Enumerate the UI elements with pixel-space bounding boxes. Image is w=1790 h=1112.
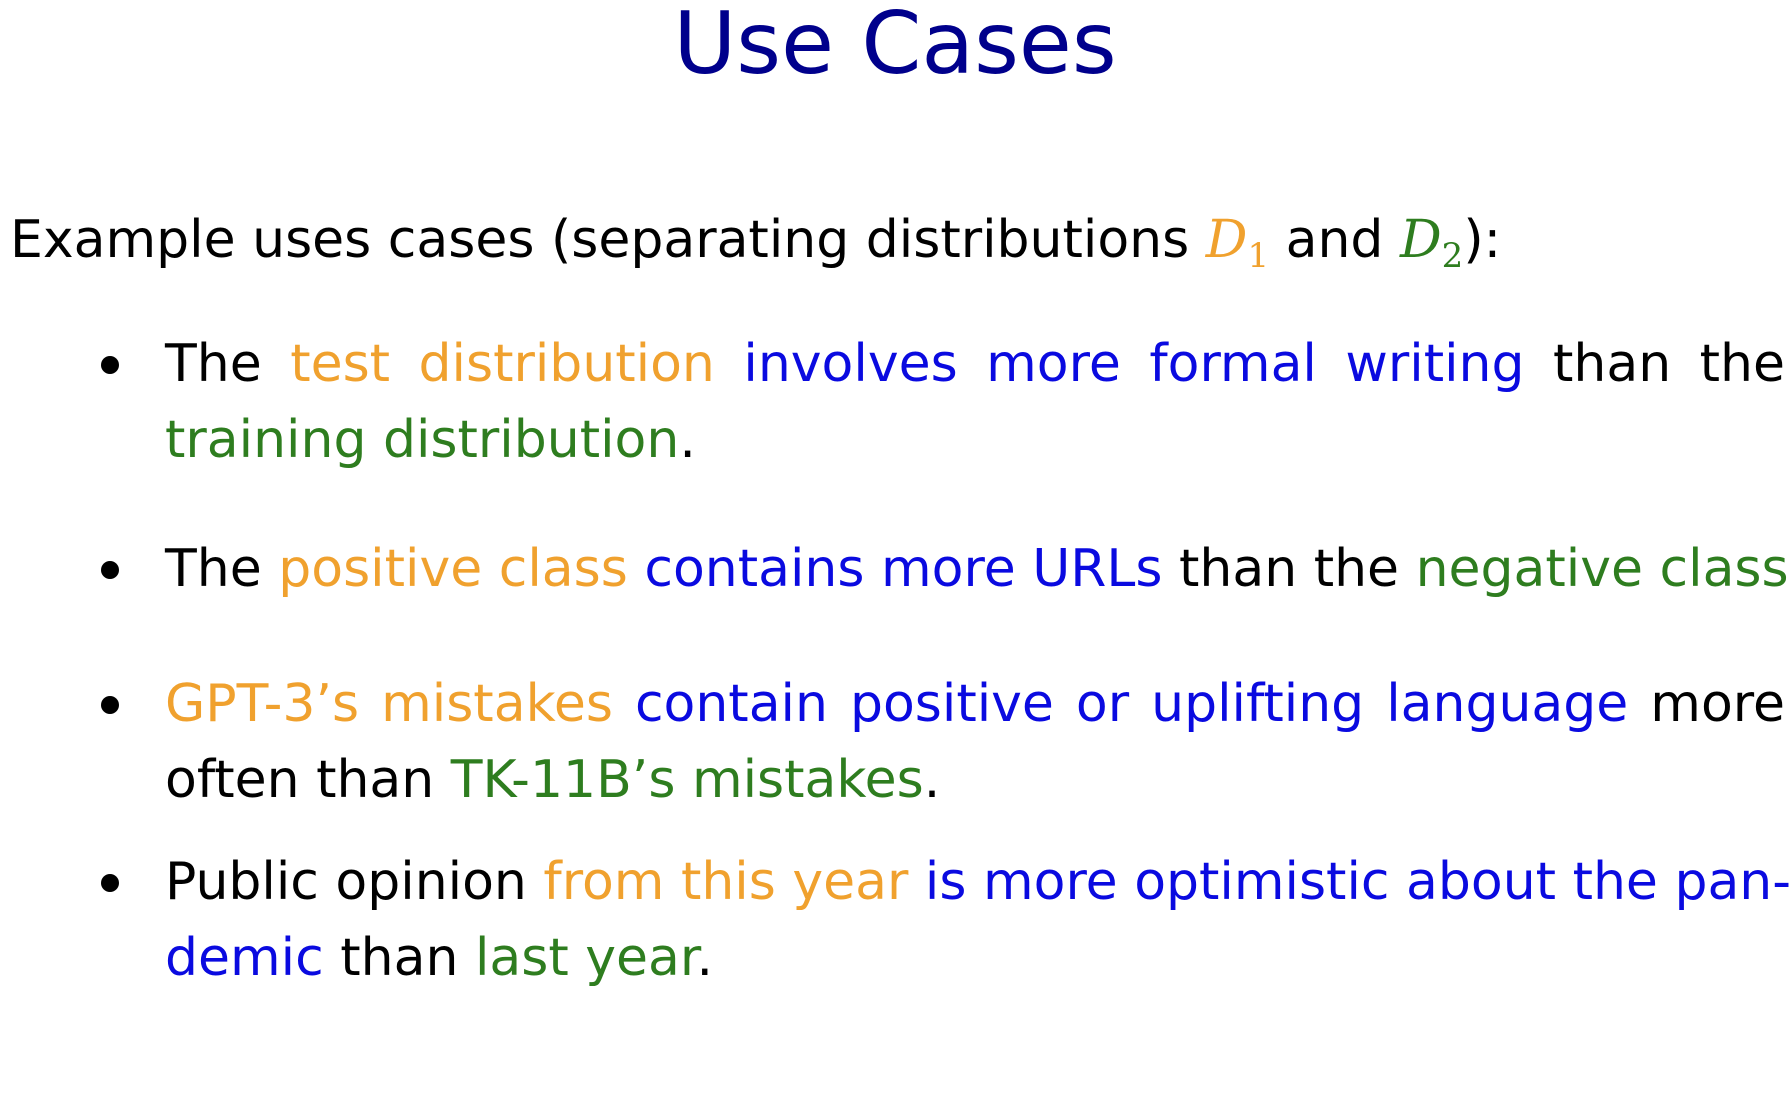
d1-symbol: D1: [1205, 210, 1270, 276]
bullet-line: demic than last year.: [165, 920, 1785, 996]
bullet-text-segment: [715, 334, 743, 394]
bullet-text-segment: test distribution: [290, 334, 715, 394]
bullet-text-segment: from this year: [543, 852, 909, 912]
bullet-text-segment: [908, 852, 925, 912]
bullet-text-segment: often than: [165, 750, 451, 810]
d2-symbol: D2: [1399, 210, 1464, 276]
bullet-text-segment: The: [165, 539, 279, 599]
bullet-line: The test distribution involves more form…: [165, 326, 1785, 402]
bullet-text-segment: GPT-3’s mistakes: [165, 674, 613, 734]
bullet-text-segment: .: [679, 410, 696, 470]
bullet-text-segment: than: [323, 928, 475, 988]
bullet-item: The positive class contains more URLs th…: [101, 531, 1790, 607]
bullet-item: Public opinion from this year is more op…: [101, 844, 1790, 996]
bullet-text-segment: contain positive or uplifting language: [634, 674, 1629, 734]
bullet-text-segment: is more optimistic about the pan-: [924, 852, 1790, 912]
slide-title: Use Cases: [673, 0, 1117, 94]
bullet-line: GPT-3’s mistakes contain positive or upl…: [165, 666, 1785, 742]
bullet-item: The test distribution involves more form…: [101, 326, 1785, 478]
bullet-dot-icon: [101, 696, 119, 714]
bullet-line: training distribution.: [165, 402, 1785, 478]
bullet-line: Public opinion from this year is more op…: [165, 844, 1790, 920]
bullet-text-segment: positive class: [278, 539, 628, 599]
intro-middle: and: [1269, 210, 1400, 270]
bullet-text-segment: .: [923, 750, 941, 810]
bullet-dot-icon: [101, 561, 119, 579]
bullet-text-segment: [628, 539, 645, 599]
bullet-line: The positive class contains more URLs th…: [165, 531, 1790, 607]
intro-prefix: Example uses cases (separating distribut…: [10, 210, 1206, 270]
bullet-text-segment: than the: [1162, 539, 1416, 599]
bullet-text-segment: negative class: [1415, 539, 1789, 599]
bullet-text-segment: than the: [1524, 334, 1785, 394]
bullet-text-segment: contains more URLs: [644, 539, 1163, 599]
bullet-text-segment: [613, 674, 635, 734]
bullet-dot-icon: [101, 356, 119, 374]
bullet-text-segment: training distribution: [165, 410, 680, 470]
bullet-text-segment: involves more formal writing: [743, 334, 1525, 394]
intro-text: Example uses cases (separating distribut…: [10, 205, 1501, 275]
bullet-text-segment: .: [696, 928, 714, 988]
bullet-text-segment: TK-11B’s mistakes: [450, 750, 924, 810]
bullet-text-segment: The: [165, 334, 291, 394]
bullet-text-segment: last year: [474, 928, 697, 988]
intro-suffix: ):: [1463, 210, 1502, 270]
bullet-text-segment: Public opinion: [165, 852, 544, 912]
bullet-line: often than TK-11B’s mistakes.: [165, 742, 1785, 818]
bullet-item: GPT-3’s mistakes contain positive or upl…: [101, 666, 1785, 818]
bullet-dot-icon: [101, 874, 119, 892]
bullet-text-segment: more: [1628, 674, 1786, 734]
bullet-text-segment: demic: [165, 928, 324, 988]
